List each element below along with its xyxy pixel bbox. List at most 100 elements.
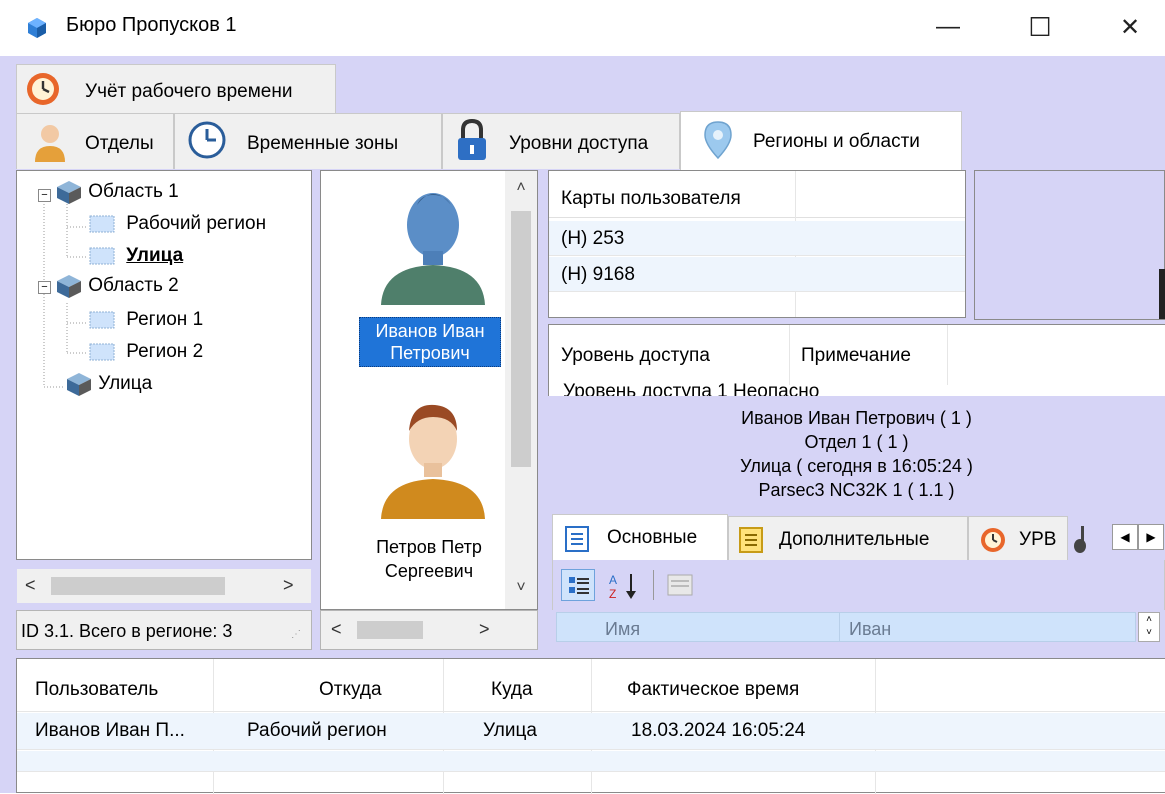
column-header-cards[interactable]: Карты пользователя xyxy=(561,188,741,210)
property-pages-icon xyxy=(667,574,693,596)
tree-item-label: Улица xyxy=(126,245,184,266)
title-bar: Бюро Пропусков 1 — ☐ ✕ xyxy=(0,0,1165,56)
scroll-down-arrow[interactable]: ˅ xyxy=(505,579,537,597)
tree-item-street-root[interactable]: Улица xyxy=(65,371,152,397)
user-photo-orange-avatar[interactable] xyxy=(377,399,489,525)
region-tree[interactable]: − − Область 1 Рабочий регион Улица Облас… xyxy=(16,170,312,603)
person-name-line2: Сергеевич xyxy=(384,561,474,581)
alphabetical-sort-button[interactable]: A Z xyxy=(607,571,641,601)
property-pages-button[interactable] xyxy=(665,571,695,599)
people-panel[interactable]: Иванов Иван Петрович Петров Петр Сергеев… xyxy=(320,170,538,610)
scroll-thumb[interactable] xyxy=(357,621,423,639)
sort-az-icon: A Z xyxy=(609,573,636,601)
tree-status-bar: ID 3.1. Всего в регионе: 3 ⋰ xyxy=(16,610,312,650)
scroll-right-arrow[interactable]: > xyxy=(283,575,294,596)
table-row-partial[interactable]: Уровень доступа 1 Неопасно xyxy=(549,381,1164,397)
scroll-thumb[interactable] xyxy=(51,577,225,595)
table-row[interactable] xyxy=(17,751,1165,771)
photo-edge xyxy=(1159,269,1165,319)
tree-item-label: Регион 2 xyxy=(126,341,204,362)
user-cards-table[interactable]: Карты пользователя (H) 253 (H) 9168 xyxy=(548,170,966,318)
tab-regions-areas[interactable]: Регионы и области xyxy=(680,111,962,171)
tree-item-area-2[interactable]: Область 2 xyxy=(55,273,179,299)
card-cell: (H) 9168 xyxy=(561,264,635,285)
tab-urv-label: УРВ xyxy=(1019,529,1057,550)
svg-text:A: A xyxy=(609,573,617,587)
tree-item-region-1[interactable]: Регион 1 xyxy=(89,309,203,331)
access-row-text: Уровень доступа 1 Неопасно xyxy=(563,381,820,397)
person-card[interactable]: Петров Петр Сергеевич xyxy=(349,535,509,583)
collapse-area1-toggle[interactable]: − xyxy=(38,189,51,202)
person-card-selected[interactable]: Иванов Иван Петрович xyxy=(359,317,501,367)
tabs-scroll-left-button[interactable]: ◀ xyxy=(1112,524,1138,550)
column-header-actual-time[interactable]: Фактическое время xyxy=(627,679,799,701)
access-levels-table[interactable]: Уровень доступа Примечание Уровень досту… xyxy=(548,324,1165,398)
scroll-right-arrow[interactable]: > xyxy=(479,619,490,640)
collapse-area2-toggle[interactable]: − xyxy=(38,281,51,294)
info-department: Отдел 1 ( 1 ) xyxy=(804,432,909,452)
tab-access-levels-label: Уровни доступа xyxy=(509,133,649,154)
minimize-button[interactable]: — xyxy=(918,6,978,48)
cube-icon xyxy=(67,373,91,396)
tab-time-tracking[interactable]: Учёт рабочего времени xyxy=(16,64,336,113)
guitar-icon xyxy=(1072,524,1092,554)
tab-main[interactable]: Основные xyxy=(552,514,728,562)
tree-item-label: Область 1 xyxy=(88,181,179,203)
people-vscrollbar[interactable]: ˄ ˅ xyxy=(505,171,537,609)
column-header-user[interactable]: Пользователь xyxy=(35,679,158,701)
tree-item-region-2[interactable]: Регион 2 xyxy=(89,341,203,363)
cube-icon xyxy=(57,181,81,204)
event-user-cell: Иванов Иван П... xyxy=(35,720,185,741)
cube-icon xyxy=(57,275,81,298)
tab-time-zones-label: Временные зоны xyxy=(247,133,399,154)
tree-item-label: Регион 1 xyxy=(126,309,204,330)
property-row-name[interactable]: Имя Иван xyxy=(556,612,1136,642)
scroll-thumb[interactable] xyxy=(511,211,531,467)
region-icon xyxy=(89,343,115,361)
tree-item-street-selected[interactable]: Улица xyxy=(89,245,183,267)
info-location: Улица ( сегодня в 16:05:24 ) xyxy=(740,456,973,476)
person-icon xyxy=(33,122,67,168)
tabs-scroll-right-button[interactable]: ▶ xyxy=(1138,524,1164,550)
event-from-cell: Рабочий регион xyxy=(247,720,387,741)
tab-urv[interactable]: УРВ xyxy=(968,516,1068,560)
scroll-left-arrow[interactable]: < xyxy=(331,619,342,640)
tab-departments[interactable]: Отделы xyxy=(16,113,174,169)
list-document-icon xyxy=(565,526,589,552)
info-user-name: Иванов Иван Петрович ( 1 ) xyxy=(741,408,972,428)
svg-text:Z: Z xyxy=(609,587,616,601)
tab-departments-label: Отделы xyxy=(85,133,154,154)
clock-alarm-icon xyxy=(25,71,61,113)
card-photo-area xyxy=(974,170,1165,320)
categorized-icon xyxy=(569,577,589,594)
maximize-button[interactable]: ☐ xyxy=(1010,6,1070,48)
window-title: Бюро Пропусков 1 xyxy=(66,14,237,36)
clock-icon xyxy=(187,120,227,166)
tree-item-area-1[interactable]: Область 1 xyxy=(55,179,179,205)
people-hscrollbar[interactable]: < > xyxy=(320,610,538,650)
scroll-up-arrow[interactable]: ˄ xyxy=(505,179,537,197)
events-table[interactable]: Пользователь Откуда Куда Фактическое вре… xyxy=(16,658,1165,794)
tab-additional[interactable]: Дополнительные xyxy=(728,516,968,560)
user-photo-blue-avatar[interactable] xyxy=(377,185,489,311)
tree-item-work-region[interactable]: Рабочий регион xyxy=(89,213,266,235)
app-icon xyxy=(26,17,48,45)
tree-hscrollbar[interactable]: < > xyxy=(17,569,311,603)
card-cell: (H) 253 xyxy=(561,228,625,249)
scroll-left-arrow[interactable]: < xyxy=(25,575,36,596)
table-row[interactable] xyxy=(17,713,1165,749)
event-time-cell: 18.03.2024 16:05:24 xyxy=(631,720,806,741)
person-name-line1: Петров Петр xyxy=(376,537,482,557)
property-name-label: Имя xyxy=(605,619,641,639)
tab-access-levels[interactable]: Уровни доступа xyxy=(442,113,680,169)
tab-time-zones[interactable]: Временные зоны xyxy=(174,113,442,169)
categorized-view-button[interactable] xyxy=(561,569,595,601)
column-header-from[interactable]: Откуда xyxy=(319,679,382,701)
properties-tabs: Основные Дополнительные УРВ ◀ ▶ xyxy=(552,514,1165,562)
close-button[interactable]: ✕ xyxy=(1100,6,1160,48)
column-header-access-level[interactable]: Уровень доступа xyxy=(561,345,710,367)
column-header-note[interactable]: Примечание xyxy=(801,345,911,367)
property-grid-scroll[interactable]: ˄ ˅ xyxy=(1138,612,1160,642)
column-header-to[interactable]: Куда xyxy=(491,679,533,701)
tree-item-label: Улица xyxy=(98,373,153,395)
